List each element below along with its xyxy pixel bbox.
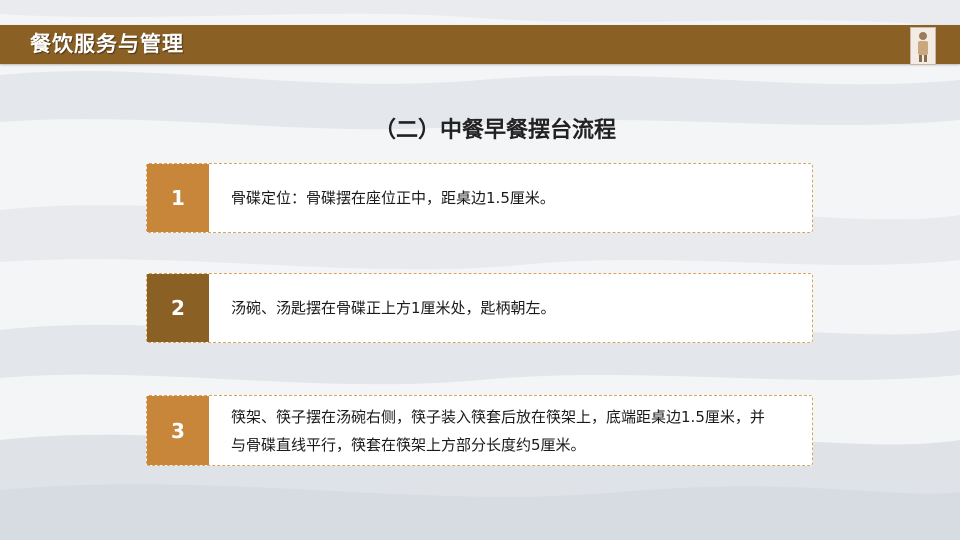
step-text-2: 汤碗、汤匙摆在骨碟正上方1厘米处，匙柄朝左。	[231, 299, 556, 317]
step-card-1: 1 骨碟定位：骨碟摆在座位正中，距桌边1.5厘米。	[146, 163, 813, 233]
logo	[910, 27, 936, 65]
step-number-2: 2	[147, 274, 209, 342]
slide-title: （二）中餐早餐摆台流程	[373, 118, 616, 143]
header-bar: 餐饮服务与管理	[0, 25, 960, 64]
step-text-1: 骨碟定位：骨碟摆在座位正中，距桌边1.5厘米。	[231, 189, 555, 207]
step-number-3: 3	[147, 396, 209, 465]
step-card-2: 2 汤碗、汤匙摆在骨碟正上方1厘米处，匙柄朝左。	[146, 273, 813, 343]
step-card-3: 3 筷架、筷子摆在汤碗右侧，筷子装入筷套后放在筷架上，底端距桌边1.5厘米，并与…	[146, 395, 813, 466]
figure-icon	[918, 32, 928, 62]
step-text-3: 筷架、筷子摆在汤碗右侧，筷子装入筷套后放在筷架上，底端距桌边1.5厘米，并与骨碟…	[231, 407, 765, 454]
step-number-1: 1	[147, 164, 209, 232]
course-title: 餐饮服务与管理	[30, 32, 184, 56]
